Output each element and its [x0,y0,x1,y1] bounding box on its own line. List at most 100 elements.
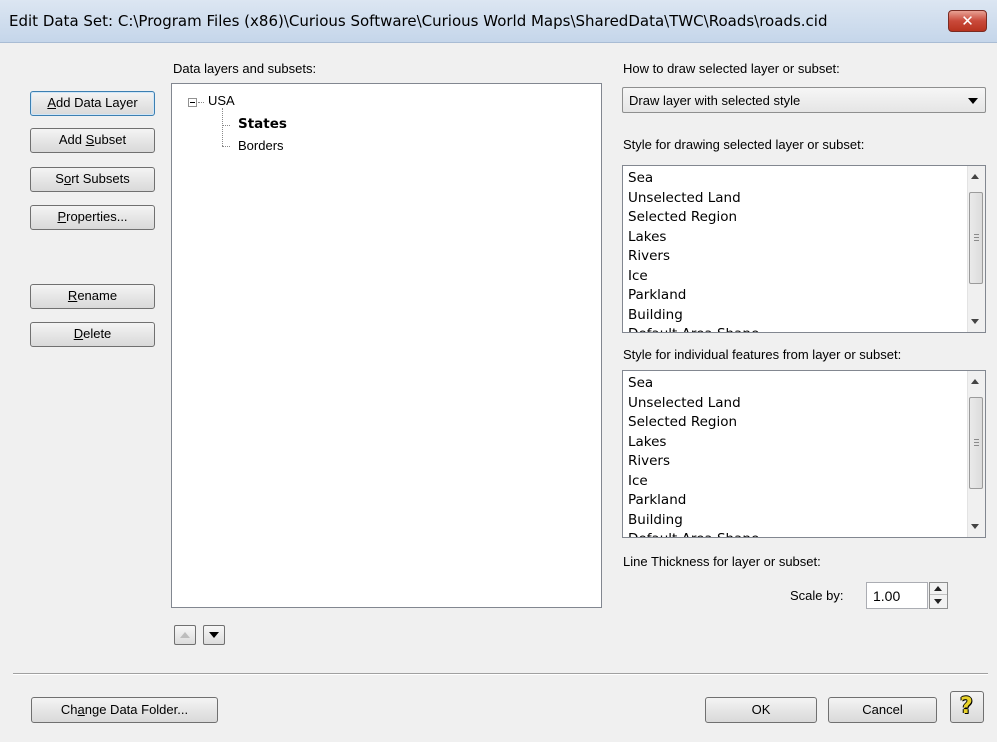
button-label: dd Data Layer [56,95,138,110]
style-listbox[interactable]: Sea Unselected Land Selected Region Lake… [622,165,986,333]
properties-button[interactable]: Properties... [30,205,155,230]
layers-tree[interactable]: USA States Borders [171,83,602,608]
tree-item-label: States [238,116,287,132]
spin-up-button[interactable] [930,583,947,595]
tree-connector [222,125,230,126]
delete-button[interactable]: Delete [30,322,155,347]
tree-item-usa[interactable]: USA [208,93,235,108]
button-label: ubset [94,132,127,147]
list-item[interactable]: Building [628,306,759,326]
button-label: S [55,171,64,186]
list-item[interactable]: Unselected Land [628,394,759,414]
scale-value: 1.00 [873,588,901,604]
button-label: roperties... [66,209,128,224]
button-label: Add [58,132,86,147]
list-item[interactable]: Selected Region [628,413,759,433]
button-label: rt Subsets [71,171,130,186]
tree-item-states[interactable]: States [238,116,287,132]
ok-button[interactable]: OK [705,697,817,723]
grip-line [974,234,979,235]
button-accesskey: D [73,326,84,341]
grip-line [974,237,979,238]
feature-list-label: Style for individual features from layer… [623,347,902,362]
button-accesskey: A [47,95,56,110]
arrow-down-icon [209,632,219,638]
button-label: OK [751,702,771,717]
list-item[interactable]: Building [628,511,759,531]
tree-connector [222,146,230,147]
chevron-down-icon [968,98,978,104]
spin-down-button[interactable] [930,596,947,608]
tree-connector [222,108,223,146]
feature-listbox[interactable]: Sea Unselected Land Selected Region Lake… [622,370,986,538]
window-title: Edit Data Set: C:\Program Files (x86)\Cu… [9,12,828,30]
button-accesskey: S [85,132,95,147]
list-item[interactable]: Default Area Shape [628,530,759,537]
list-item[interactable]: Lakes [628,433,759,453]
list-item[interactable]: Parkland [628,286,759,306]
grip-line [974,240,979,241]
scroll-down-icon[interactable] [971,524,979,529]
rename-button[interactable]: Rename [30,284,155,309]
scroll-thumb[interactable] [969,192,983,284]
scroll-down-icon[interactable] [971,319,979,324]
list-item[interactable]: Ice [628,267,759,287]
spin-down-icon [934,599,942,604]
scroll-up-icon[interactable] [971,379,979,384]
button-label: Ch [60,702,78,717]
draw-style-select[interactable]: Draw layer with selected style [622,87,986,113]
tree-item-borders[interactable]: Borders [238,138,284,153]
grip-line [974,442,979,443]
list-item[interactable]: Sea [628,169,759,189]
tree-item-label: Borders [238,138,284,153]
scale-spinner[interactable] [929,582,948,609]
draw-label: How to draw selected layer or subset: [623,61,840,76]
spin-up-icon [934,586,942,591]
list-item[interactable]: Ice [628,472,759,492]
style-list-label: Style for drawing selected layer or subs… [623,137,865,152]
change-data-folder-button[interactable]: Change Data Folder... [31,697,218,723]
button-label: Cancel [862,702,903,717]
button-accesskey: a [77,702,85,717]
list-item[interactable]: Parkland [628,491,759,511]
close-icon: ✕ [961,12,974,30]
scale-input[interactable]: 1.00 [866,582,928,609]
sort-subsets-button[interactable]: Sort Subsets [30,167,155,192]
button-accesskey: P [57,209,67,224]
arrow-up-icon [180,632,190,638]
thickness-label: Line Thickness for layer or subset: [623,554,821,569]
scale-label: Scale by: [790,588,844,603]
add-data-layer-button[interactable]: Add Data Layer [30,91,155,116]
list-item[interactable]: Default Area Shape [628,325,759,332]
button-label: elete [83,326,112,341]
button-label: ename [77,288,118,303]
scroll-up-icon[interactable] [971,174,979,179]
tree-item-label: USA [208,93,235,108]
add-subset-button[interactable]: Add Subset [30,128,155,153]
button-label: nge Data Folder... [84,702,189,717]
list-item[interactable]: Sea [628,374,759,394]
draw-style-value: Draw layer with selected style [629,93,801,108]
cancel-button[interactable]: Cancel [828,697,937,723]
footer-divider [13,673,988,675]
help-button[interactable]: ? [950,691,984,723]
title-bar: Edit Data Set: C:\Program Files (x86)\Cu… [0,0,997,43]
button-accesskey: R [67,288,78,303]
feature-list-scrollbar[interactable] [967,371,985,537]
list-item[interactable]: Lakes [628,228,759,248]
move-up-button[interactable] [174,625,196,645]
list-item[interactable]: Selected Region [628,208,759,228]
grip-line [974,439,979,440]
grip-line [974,445,979,446]
scroll-thumb[interactable] [969,397,983,489]
help-question-icon: ? [960,694,973,719]
list-item[interactable]: Rivers [628,452,759,472]
style-list-scrollbar[interactable] [967,166,985,332]
tree-label: Data layers and subsets: [173,61,317,76]
list-item[interactable]: Unselected Land [628,189,759,209]
list-item[interactable]: Rivers [628,247,759,267]
collapse-icon[interactable] [188,98,197,107]
tree-connector [198,102,204,103]
move-down-button[interactable] [203,625,225,645]
close-button[interactable]: ✕ [948,10,987,32]
